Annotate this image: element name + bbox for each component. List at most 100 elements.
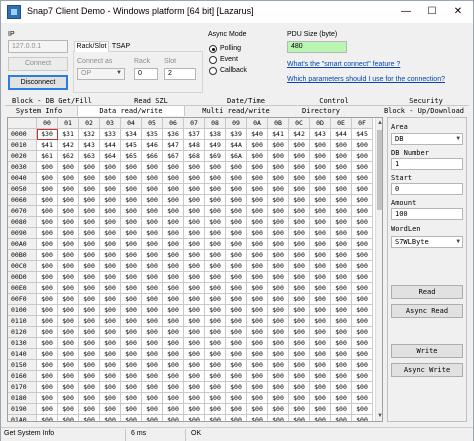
data-cell[interactable]: $00 xyxy=(79,316,100,327)
data-cell[interactable]: $00 xyxy=(352,371,373,382)
data-cell[interactable]: $4A xyxy=(226,140,247,151)
data-cell[interactable]: $00 xyxy=(226,294,247,305)
slot-input[interactable]: 2 xyxy=(164,68,196,80)
data-cell[interactable]: $00 xyxy=(100,349,121,360)
data-cell[interactable]: $00 xyxy=(163,349,184,360)
data-cell[interactable]: $00 xyxy=(226,371,247,382)
data-cell[interactable]: $00 xyxy=(352,162,373,173)
data-cell[interactable]: $00 xyxy=(310,151,331,162)
data-cell[interactable]: $00 xyxy=(289,349,310,360)
tab-security[interactable]: Security xyxy=(386,97,466,105)
data-cell[interactable]: $00 xyxy=(79,305,100,316)
data-cell[interactable]: $00 xyxy=(142,327,163,338)
data-cell[interactable]: $40 xyxy=(247,129,268,140)
data-cell[interactable]: $00 xyxy=(205,217,226,228)
data-cell[interactable]: $00 xyxy=(121,272,142,283)
data-cell[interactable]: $00 xyxy=(163,316,184,327)
data-cell[interactable]: $00 xyxy=(163,382,184,393)
data-cell[interactable]: $00 xyxy=(268,184,289,195)
data-cell[interactable]: $00 xyxy=(100,184,121,195)
data-cell[interactable]: $00 xyxy=(184,316,205,327)
data-cell[interactable]: $00 xyxy=(310,371,331,382)
data-cell[interactable]: $00 xyxy=(58,206,79,217)
data-cell[interactable]: $00 xyxy=(331,162,352,173)
data-cell[interactable]: $00 xyxy=(79,239,100,250)
data-cell[interactable]: $00 xyxy=(310,140,331,151)
data-cell[interactable]: $00 xyxy=(142,261,163,272)
data-cell[interactable]: $00 xyxy=(226,228,247,239)
data-cell[interactable]: $00 xyxy=(121,415,142,421)
polling-radio[interactable] xyxy=(209,45,217,53)
data-cell[interactable]: $00 xyxy=(121,239,142,250)
data-cell[interactable]: $00 xyxy=(331,250,352,261)
data-cell[interactable]: $31 xyxy=(58,129,79,140)
data-cell[interactable]: $00 xyxy=(121,371,142,382)
data-cell[interactable]: $00 xyxy=(79,349,100,360)
data-cell[interactable]: $00 xyxy=(205,349,226,360)
data-cell[interactable]: $00 xyxy=(352,140,373,151)
data-cell[interactable]: $46 xyxy=(142,140,163,151)
data-cell[interactable]: $00 xyxy=(79,228,100,239)
tab-read-szl[interactable]: Read SZL xyxy=(111,97,191,105)
data-cell[interactable]: $00 xyxy=(268,206,289,217)
data-cell[interactable]: $00 xyxy=(205,283,226,294)
data-cell[interactable]: $00 xyxy=(58,360,79,371)
data-cell[interactable]: $00 xyxy=(79,261,100,272)
grid-scrollbar[interactable]: ▲ ▼ xyxy=(375,118,382,421)
data-cell[interactable]: $00 xyxy=(205,404,226,415)
data-cell[interactable]: $00 xyxy=(121,316,142,327)
data-cell[interactable]: $00 xyxy=(310,327,331,338)
data-cell[interactable]: $00 xyxy=(100,404,121,415)
data-cell[interactable]: $00 xyxy=(184,228,205,239)
data-cell[interactable]: $00 xyxy=(205,228,226,239)
data-cell[interactable]: $00 xyxy=(226,349,247,360)
rack-input[interactable]: 0 xyxy=(134,68,158,80)
data-cell[interactable]: $00 xyxy=(331,316,352,327)
data-cell[interactable]: $00 xyxy=(121,184,142,195)
data-cell[interactable]: $00 xyxy=(331,371,352,382)
data-cell[interactable]: $00 xyxy=(205,393,226,404)
data-cell[interactable]: $00 xyxy=(121,393,142,404)
data-cell[interactable]: $00 xyxy=(205,371,226,382)
data-cell[interactable]: $00 xyxy=(247,393,268,404)
data-cell[interactable]: $00 xyxy=(184,195,205,206)
data-cell[interactable]: $00 xyxy=(184,360,205,371)
data-cell[interactable]: $00 xyxy=(226,261,247,272)
data-cell[interactable]: $34 xyxy=(121,129,142,140)
data-cell[interactable]: $00 xyxy=(289,250,310,261)
data-cell[interactable]: $69 xyxy=(205,151,226,162)
data-cell[interactable]: $00 xyxy=(310,239,331,250)
data-cell[interactable]: $33 xyxy=(100,129,121,140)
data-cell[interactable]: $00 xyxy=(142,371,163,382)
data-cell[interactable]: $39 xyxy=(226,129,247,140)
data-cell[interactable]: $00 xyxy=(352,173,373,184)
data-cell[interactable]: $00 xyxy=(289,305,310,316)
scroll-down-icon[interactable]: ▼ xyxy=(376,411,382,421)
data-cell[interactable]: $00 xyxy=(247,217,268,228)
data-cell[interactable]: $00 xyxy=(163,250,184,261)
data-cell[interactable]: $00 xyxy=(268,305,289,316)
data-cell[interactable]: $00 xyxy=(79,250,100,261)
data-cell[interactable]: $00 xyxy=(163,415,184,421)
data-cell[interactable]: $00 xyxy=(268,261,289,272)
data-cell[interactable]: $00 xyxy=(352,217,373,228)
data-cell[interactable]: $00 xyxy=(58,184,79,195)
data-cell[interactable]: $00 xyxy=(58,305,79,316)
data-cell[interactable]: $00 xyxy=(58,393,79,404)
data-cell[interactable]: $00 xyxy=(205,250,226,261)
data-cell[interactable]: $00 xyxy=(247,184,268,195)
data-cell[interactable]: $00 xyxy=(37,239,58,250)
data-cell[interactable]: $65 xyxy=(121,151,142,162)
data-cell[interactable]: $00 xyxy=(100,217,121,228)
data-cell[interactable]: $00 xyxy=(142,305,163,316)
amount-input[interactable]: 100 xyxy=(391,208,463,220)
data-cell[interactable]: $00 xyxy=(226,338,247,349)
data-cell[interactable]: $00 xyxy=(142,316,163,327)
tab-directory[interactable]: Directory xyxy=(291,107,351,115)
data-cell[interactable]: $00 xyxy=(226,305,247,316)
data-cell[interactable]: $00 xyxy=(121,360,142,371)
data-cell[interactable]: $00 xyxy=(142,338,163,349)
data-cell[interactable]: $00 xyxy=(310,393,331,404)
data-cell[interactable]: $00 xyxy=(163,283,184,294)
data-cell[interactable]: $00 xyxy=(100,316,121,327)
